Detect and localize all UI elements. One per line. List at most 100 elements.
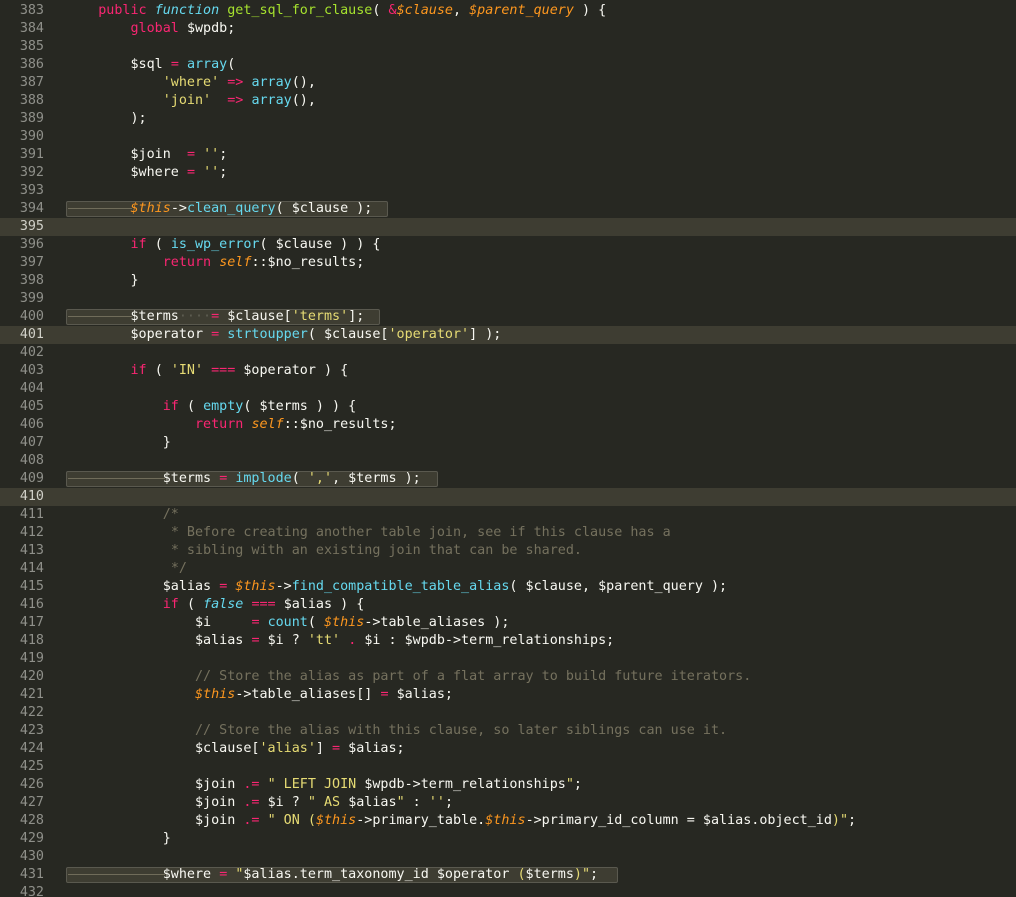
code-token: ( (275, 201, 292, 216)
code-line[interactable]: 432 (0, 884, 1016, 897)
code-line[interactable]: 400 $terms····= $clause['terms']; (0, 308, 1016, 326)
code-token: $where (66, 867, 220, 882)
code-line[interactable]: 427 $join .= $i ? " AS $alias" : ''; (0, 794, 1016, 812)
code-line[interactable]: 395 (0, 218, 1016, 236)
line-number: 391 (19, 147, 44, 162)
code-line[interactable]: 383 public function get_sql_for_clause( … (0, 2, 1016, 20)
code-line[interactable]: 421 $this->table_aliases[] = $alias; (0, 686, 1016, 704)
code-line[interactable]: 409 $terms = implode( ',', $terms ); (0, 470, 1016, 488)
code-token: if (162, 399, 187, 414)
line-code: $alias = $this->find_compatible_table_al… (66, 578, 727, 596)
code-token: 'tt' (307, 633, 341, 648)
line-code: $terms····= $clause['terms']; (66, 308, 380, 326)
code-line[interactable]: 388 'join' => array(), (0, 92, 1016, 110)
line-number: 413 (19, 543, 44, 558)
code-token: '' (203, 147, 220, 162)
code-line[interactable]: 426 $join .= " LEFT JOIN $wpdb->term_rel… (0, 776, 1016, 794)
line-number: 412 (19, 525, 44, 540)
code-line[interactable]: 408 (0, 452, 1016, 470)
code-token: $wpdb; (186, 21, 236, 36)
code-line[interactable]: 420 // Store the alias as part of a flat… (0, 668, 1016, 686)
code-editor[interactable]: 383 public function get_sql_for_clause( … (0, 0, 1016, 897)
code-line[interactable]: 417 $i = count( $this->table_aliases ); (0, 614, 1016, 632)
code-line[interactable]: 431 $where = "$alias.term_taxonomy_id $o… (0, 866, 1016, 884)
code-token: function (154, 3, 228, 18)
code-line[interactable]: 405 if ( empty( $terms ) ) { (0, 398, 1016, 416)
code-line[interactable]: 399 (0, 290, 1016, 308)
code-line[interactable]: 392 $where = ''; (0, 164, 1016, 182)
code-line[interactable]: 401 $operator = strtoupper( $clause['ope… (0, 326, 1016, 344)
code-line[interactable]: 425 (0, 758, 1016, 776)
code-token: = (211, 309, 228, 324)
line-number: 411 (19, 507, 44, 522)
code-line[interactable]: 398 } (0, 272, 1016, 290)
code-line[interactable]: 419 (0, 650, 1016, 668)
code-token: .= (243, 795, 268, 810)
code-line[interactable]: 422 (0, 704, 1016, 722)
code-line[interactable]: 384 global $wpdb; (0, 20, 1016, 38)
code-token: self (219, 255, 252, 270)
line-number: 410 (19, 489, 44, 504)
code-line[interactable]: 423 // Store the alias with this clause,… (0, 722, 1016, 740)
code-token: ( $terms ) ) { (243, 399, 357, 414)
code-line[interactable]: 403 if ( 'IN' === $operator ) { (0, 362, 1016, 380)
line-number: 429 (19, 831, 44, 846)
line-code: $clause['alias'] = $alias; (66, 740, 405, 758)
code-line[interactable]: 411 /* (0, 506, 1016, 524)
code-token: $alias (66, 633, 252, 648)
code-token: * sibling with an existing join that can… (170, 543, 582, 558)
code-line[interactable]: 404 (0, 380, 1016, 398)
code-line[interactable]: 413 * sibling with an existing join that… (0, 542, 1016, 560)
code-line[interactable]: 406 return self::$no_results; (0, 416, 1016, 434)
line-number: 431 (19, 867, 44, 882)
code-token: -> (170, 201, 187, 216)
code-line[interactable]: 397 return self::$no_results; (0, 254, 1016, 272)
code-line[interactable]: 393 (0, 182, 1016, 200)
code-line[interactable]: 389 ); (0, 110, 1016, 128)
line-number: 394 (19, 201, 44, 216)
code-line[interactable]: 418 $alias = $i ? 'tt' . $i : $wpdb->ter… (0, 632, 1016, 650)
code-line[interactable]: 415 $alias = $this->find_compatible_tabl… (0, 578, 1016, 596)
line-number: 432 (19, 885, 44, 897)
line-number: 424 (19, 741, 44, 756)
code-token: = (211, 327, 228, 342)
code-token: = (219, 867, 236, 882)
code-line[interactable]: 412 * Before creating another table join… (0, 524, 1016, 542)
code-token: $join (66, 777, 244, 792)
code-line[interactable]: 414 */ (0, 560, 1016, 578)
code-line[interactable]: 396 if ( is_wp_error( $clause ) ) { (0, 236, 1016, 254)
code-token: find_compatible_table_alias (291, 579, 510, 594)
code-line[interactable]: 402 (0, 344, 1016, 362)
line-code: $terms = implode( ',', $terms ); (66, 470, 438, 488)
code-token: get_sql_for_clause (227, 3, 373, 18)
line-code: $join .= " ON ($this->primary_table.$thi… (66, 812, 856, 830)
code-token: 'operator' (388, 327, 470, 342)
code-token: ]; (348, 309, 365, 324)
code-token: $i ? (267, 795, 308, 810)
code-line[interactable]: 387 'where' => array(), (0, 74, 1016, 92)
code-line[interactable]: 407 } (0, 434, 1016, 452)
code-line[interactable]: 424 $clause['alias'] = $alias; (0, 740, 1016, 758)
code-token: $alias; (396, 687, 453, 702)
code-line[interactable]: 429 } (0, 830, 1016, 848)
code-line[interactable]: 416 if ( false === $alias ) { (0, 596, 1016, 614)
code-token: .= (243, 813, 268, 828)
code-line[interactable]: 428 $join .= " ON ($this->primary_table.… (0, 812, 1016, 830)
code-line[interactable]: 394 $this->clean_query( $clause ); (0, 200, 1016, 218)
code-line[interactable]: 390 (0, 128, 1016, 146)
code-token: ->table_aliases ); (364, 615, 510, 630)
code-line[interactable]: 385 (0, 38, 1016, 56)
code-line[interactable]: 410 (0, 488, 1016, 506)
code-line[interactable]: 391 $join = ''; (0, 146, 1016, 164)
code-line[interactable]: 430 (0, 848, 1016, 866)
code-token: ; (848, 813, 857, 828)
line-code: $sql = array( (66, 56, 235, 74)
code-token: $parent_query (469, 3, 574, 18)
code-token: . (348, 633, 365, 648)
code-line[interactable]: 386 $sql = array( (0, 56, 1016, 74)
code-token: ( (227, 57, 236, 72)
code-token: $this (315, 813, 357, 828)
